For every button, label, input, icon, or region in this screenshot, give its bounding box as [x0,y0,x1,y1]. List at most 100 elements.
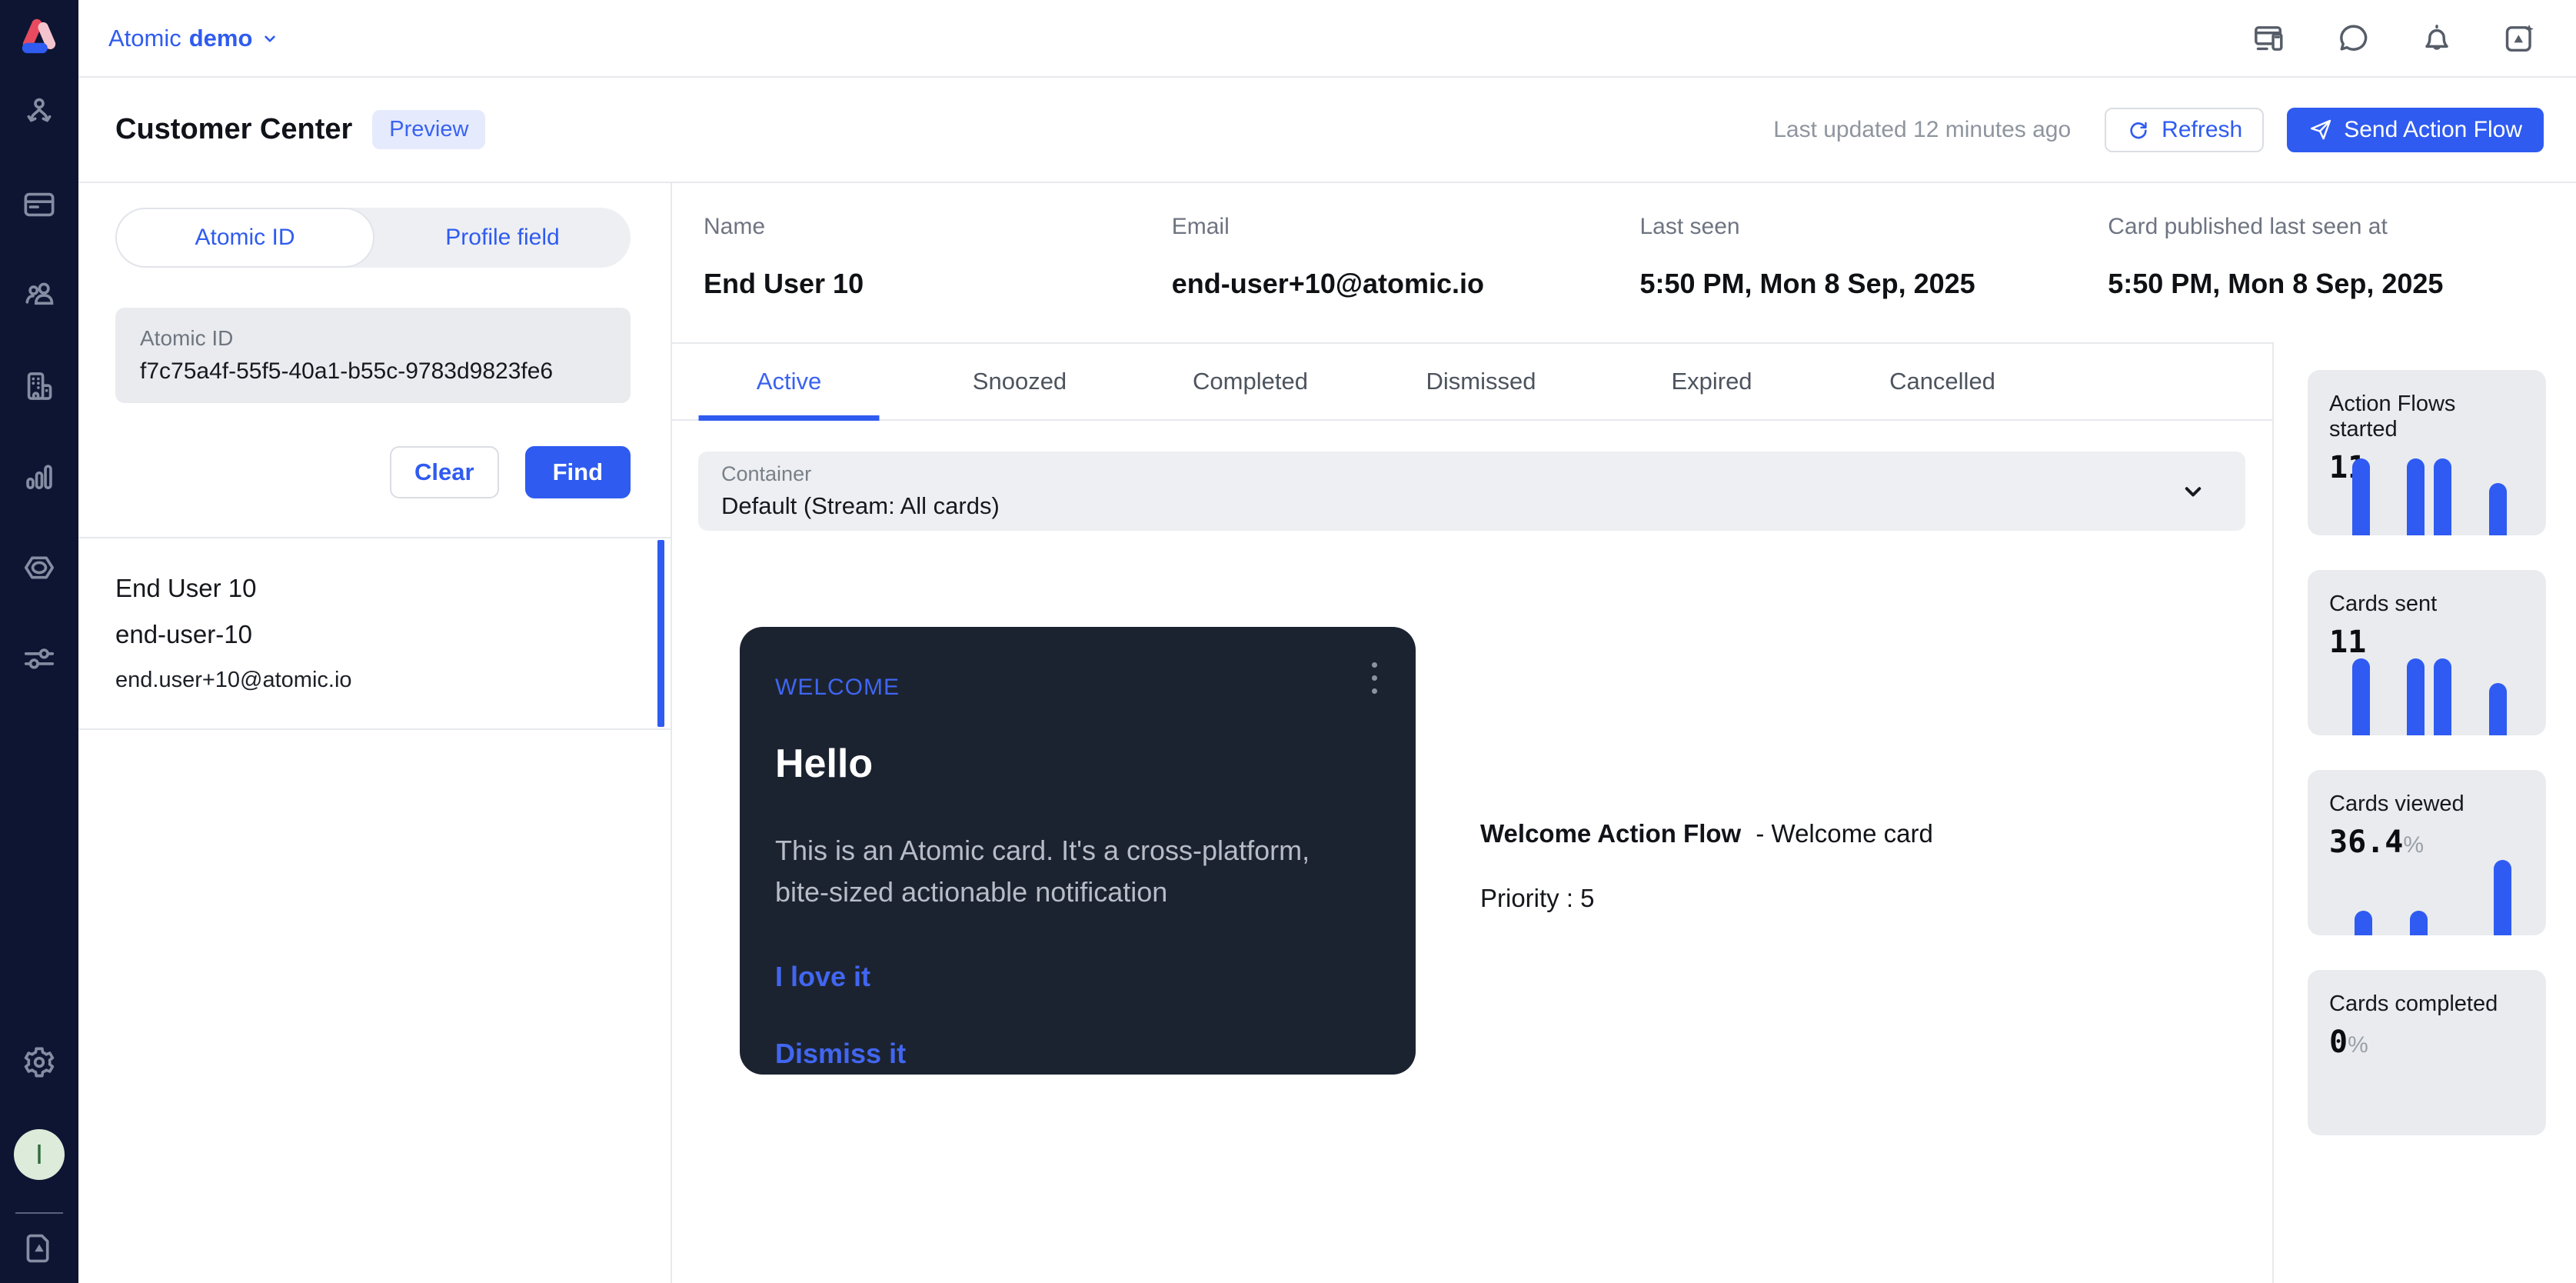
atomic-logo-icon[interactable] [14,11,65,65]
page-header: Customer Center Preview Last updated 12 … [78,78,2576,183]
configuration-sliders-icon[interactable] [22,641,57,676]
flow-priority: Priority : 5 [1480,884,1933,913]
selected-indicator [657,540,664,727]
stat-label: Action Flows started [2329,392,2524,442]
chevron-down-icon [260,28,280,48]
notifications-bell-icon[interactable] [2419,21,2455,56]
cards-icon[interactable] [22,187,57,222]
flow-name: Welcome Action Flow [1480,819,1741,848]
stat-card-action-flows-started: Action Flows started 11 [2308,370,2546,535]
left-rail: I [0,0,78,1283]
send-label: Send Action Flow [2344,117,2522,143]
find-button[interactable]: Find [525,446,631,498]
card-body: This is an Atomic card. It's a cross-pla… [775,830,1336,913]
info-value: 5:50 PM, Mon 8 Sep, 2025 [2108,268,2576,300]
atomic-card-preview: WELCOME Hello This is an Atomic card. It… [740,627,1416,1075]
devices-icon[interactable] [2253,21,2288,56]
stat-label: Cards completed [2329,991,2524,1017]
atomic-id-value: f7c75a4f-55f5-40a1-b55c-9783d9823fe6 [140,358,606,385]
info-label: Last seen [1640,214,2108,240]
user-avatar[interactable]: I [14,1129,65,1180]
info-value: end-user+10@atomic.io [1172,268,1640,300]
rail-nav [22,96,57,676]
info-col-card-published: Card published last seen at 5:50 PM, Mon… [2108,183,2576,342]
stat-label: Cards sent [2329,592,2524,617]
stat-card-cards-viewed: Cards viewed 36.4% [2308,770,2546,935]
container-dropdown[interactable]: Container Default (Stream: All cards) [698,452,2245,531]
customers-icon[interactable] [22,278,57,313]
toggle-profile-field[interactable]: Profile field [374,208,631,268]
info-value: End User 10 [704,268,1172,300]
workspace-name: demo [189,25,253,52]
tab-completed[interactable]: Completed [1135,344,1366,419]
user-info-row: Name End User 10 Email end-user+10@atomi… [672,183,2576,342]
toggle-atomic-id[interactable]: Atomic ID [115,208,374,268]
refresh-button[interactable]: Refresh [2105,108,2264,152]
info-col-last-seen: Last seen 5:50 PM, Mon 8 Sep, 2025 [1640,183,2108,342]
content: Atomic ID Profile field Atomic ID f7c75a… [78,183,2576,1283]
refresh-label: Refresh [2162,117,2242,143]
card-category: WELCOME [775,675,1380,701]
chevron-down-icon [2179,478,2207,505]
stat-card-cards-completed: Cards completed 0% [2308,970,2546,1135]
flow-card-name: - Welcome card [1756,819,1932,848]
mini-bar-chart [2308,1047,2546,1135]
tab-expired[interactable]: Expired [1596,344,1827,419]
container-value: Default (Stream: All cards) [721,492,1000,520]
cards-main-column: Active Snoozed Completed Dismissed Expir… [672,342,2272,1283]
info-col-name: Name End User 10 [704,183,1172,342]
sdk-docs-icon[interactable] [22,1231,57,1266]
page-title: Customer Center [115,113,352,146]
card-action-dismiss[interactable]: Dismiss it [775,1038,1380,1070]
rail-divider [15,1212,63,1214]
stats-panel: Action Flows started 11 Cards sent 11 Ca… [2272,342,2576,1283]
tab-snoozed[interactable]: Snoozed [904,344,1135,419]
preview-badge: Preview [372,110,485,149]
search-panel: Atomic ID Profile field Atomic ID f7c75a… [78,183,672,1283]
flow-info: Welcome Action Flow - Welcome card Prior… [1480,819,1933,1075]
info-label: Card published last seen at [2108,214,2576,240]
clear-button[interactable]: Clear [390,446,499,498]
topbar-icons [2253,21,2538,56]
user-result-item[interactable]: End User 10 end-user-10 end.user+10@atom… [78,537,671,730]
mini-bar-chart [2308,847,2546,935]
tab-dismissed[interactable]: Dismissed [1366,344,1596,419]
workspace-brand: Atomic [108,25,181,52]
app-root: I Atomic demo [0,0,2576,1283]
card-status-tabs: Active Snoozed Completed Dismissed Expir… [672,344,2272,421]
mini-bar-chart [2308,447,2546,535]
main-column: Atomic demo [78,0,2576,1283]
tab-active[interactable]: Active [674,344,904,419]
info-value: 5:50 PM, Mon 8 Sep, 2025 [1640,268,2108,300]
result-id: end-user-10 [115,620,671,649]
mini-bar-chart [2308,647,2546,735]
organization-icon[interactable] [22,368,57,404]
action-flows-icon[interactable] [22,96,57,132]
card-action-love[interactable]: I love it [775,961,1380,993]
info-label: Email [1172,214,1640,240]
lookup-mode-toggle: Atomic ID Profile field [115,208,631,268]
result-email: end.user+10@atomic.io [115,668,671,693]
analytics-icon[interactable] [22,459,57,495]
kebab-menu-icon[interactable] [1367,658,1382,698]
chat-icon[interactable] [2336,21,2371,56]
result-name: End User 10 [115,574,671,603]
settings-gear-icon[interactable] [22,1045,57,1080]
rail-bottom: I [0,1045,78,1283]
card-title: Hello [775,741,1380,787]
atomic-id-field[interactable]: Atomic ID f7c75a4f-55f5-40a1-b55c-9783d9… [115,308,631,403]
tab-cancelled[interactable]: Cancelled [1827,344,2058,419]
container-label: Container [721,462,1000,486]
paper-plane-icon [2308,118,2333,142]
info-col-email: Email end-user+10@atomic.io [1172,183,1640,342]
workspace-switcher[interactable]: Atomic demo [108,25,280,52]
ai-assistant-icon[interactable] [2502,21,2538,56]
content-right: Name End User 10 Email end-user+10@atomi… [672,183,2576,1283]
refresh-icon [2126,118,2151,142]
topbar: Atomic demo [78,0,2576,78]
card-row: WELCOME Hello This is an Atomic card. It… [672,627,2272,1075]
avatar-initial: I [35,1138,43,1171]
send-action-flow-button[interactable]: Send Action Flow [2287,108,2544,152]
containers-icon[interactable] [22,550,57,585]
info-label: Name [704,214,1172,240]
